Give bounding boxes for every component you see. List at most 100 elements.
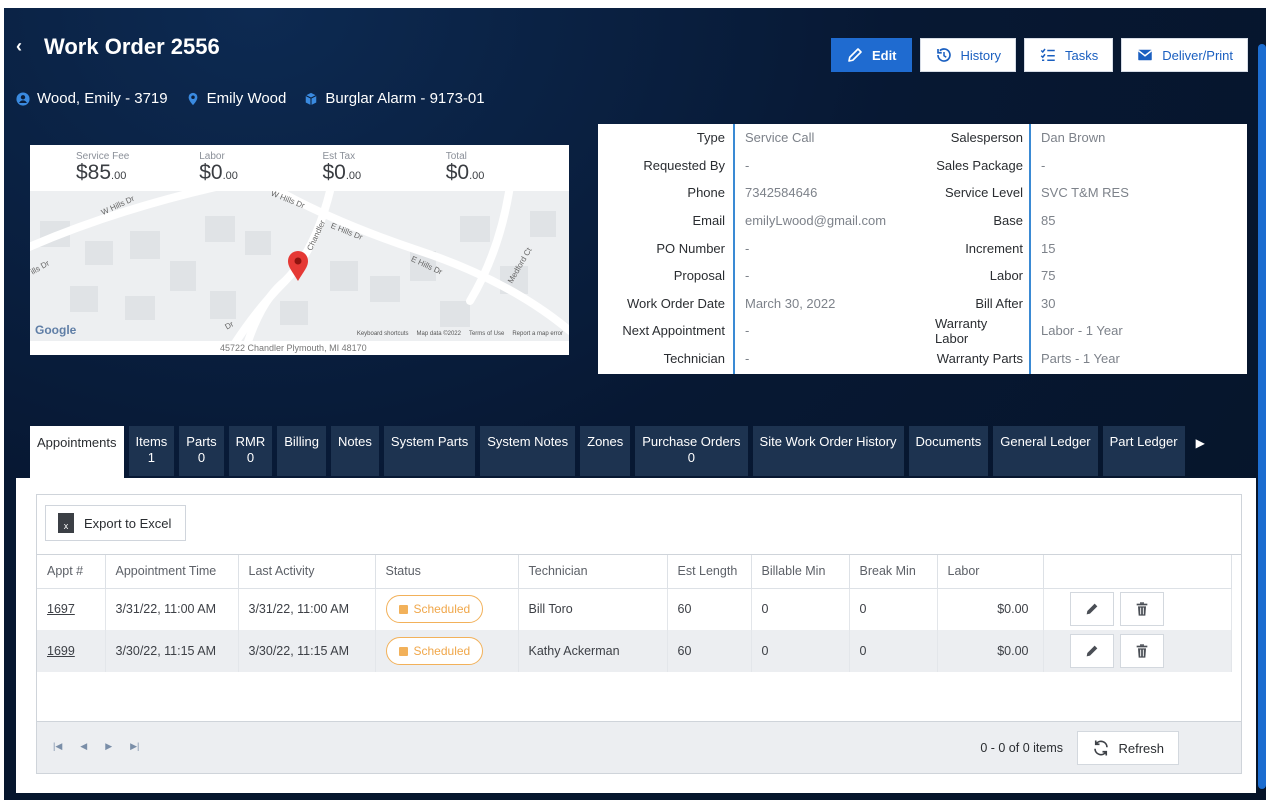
edit-row-button[interactable] xyxy=(1069,634,1114,668)
edit-row-button[interactable] xyxy=(1069,592,1114,627)
fee-amount: $85.00 xyxy=(76,162,199,187)
pager-count: 0 - 0 of 0 items xyxy=(980,741,1063,755)
details-labels-left: Type Requested By Phone Email PO Number … xyxy=(598,124,735,374)
refresh-icon xyxy=(1094,740,1109,756)
column-header[interactable]: Labor xyxy=(937,555,1044,589)
history-button[interactable]: History xyxy=(919,38,1016,72)
tab-label: System Notes xyxy=(487,434,569,449)
map-attribution-item[interactable]: Terms of Use xyxy=(469,331,504,337)
detail-value: - xyxy=(745,351,750,367)
detail-value: 85 xyxy=(1041,213,1056,229)
tab-billing[interactable]: Billing xyxy=(277,426,326,476)
location-link[interactable]: Emily Wood xyxy=(186,90,286,107)
tab-general-ledger[interactable]: General Ledger xyxy=(993,426,1098,476)
tab-items[interactable]: Items 1 xyxy=(128,426,175,476)
fee-total: Total $0.00 xyxy=(446,145,569,191)
tab-label: Appointments xyxy=(37,435,117,450)
billable-min: 0 xyxy=(751,630,850,672)
column-header[interactable]: Last Activity xyxy=(238,555,376,589)
column-header[interactable]: Billable Min xyxy=(751,555,850,589)
location-map[interactable]: W Hills Dr W Hills Dr E Hills Dr E Hills… xyxy=(30,191,569,341)
refresh-button[interactable]: Refresh xyxy=(1077,731,1179,765)
column-header[interactable]: Status xyxy=(375,555,519,589)
column-header[interactable]: Appt # xyxy=(37,555,106,589)
column-header[interactable]: Technician xyxy=(518,555,668,589)
tab-purchase-orders[interactable]: Purchase Orders 0 xyxy=(635,426,748,476)
first-page-icon[interactable]: |◀ xyxy=(53,741,62,752)
break-min: 0 xyxy=(849,588,938,630)
detail-value: - xyxy=(1041,157,1046,173)
appointments-grid: x Export to Excel Appt # Appointment Tim… xyxy=(36,494,1242,774)
tab-scroll-right-icon[interactable]: ▶ xyxy=(1190,426,1211,478)
tab-site-work-order-history[interactable]: Site Work Order History xyxy=(752,426,904,476)
export-excel-button[interactable]: x Export to Excel xyxy=(45,505,187,541)
tab-system-notes[interactable]: System Notes xyxy=(480,426,576,476)
detail-value: Labor - 1 Year xyxy=(1041,323,1123,339)
scrollbar[interactable] xyxy=(1258,44,1266,789)
tab-count: 0 xyxy=(687,450,696,465)
tab-count: 1 xyxy=(147,450,156,465)
back-icon[interactable]: ‹ xyxy=(16,36,22,57)
fee-amount-cents: .00 xyxy=(222,170,238,182)
map-attribution-item[interactable]: Keyboard shortcuts xyxy=(357,331,409,337)
detail-value: SVC T&M RES xyxy=(1041,185,1129,201)
work-order-details: Type Requested By Phone Email PO Number … xyxy=(598,124,1247,374)
tab-notes[interactable]: Notes xyxy=(330,426,379,476)
refresh-label: Refresh xyxy=(1118,740,1164,756)
detail-value: March 30, 2022 xyxy=(745,295,836,311)
detail-value: 15 xyxy=(1041,240,1056,256)
column-header[interactable]: Break Min xyxy=(849,555,938,589)
customer-link[interactable]: Wood, Emily - 3719 xyxy=(16,90,168,107)
fee-summary: Service Fee $85.00 Labor $0.00 Est Tax $… xyxy=(30,145,569,191)
map-pin-icon xyxy=(188,92,197,105)
user-icon xyxy=(16,91,30,106)
appt-number-link[interactable]: 1699 xyxy=(37,630,106,672)
next-page-icon[interactable]: ▶ xyxy=(105,741,112,752)
tab-system-parts[interactable]: System Parts xyxy=(383,426,476,476)
pager-nav: |◀ ◀ ▶ ▶| xyxy=(53,741,139,752)
tab-count: 0 xyxy=(197,450,206,465)
details-labels-right: Salesperson Sales Package Service Level … xyxy=(935,124,1031,374)
calendar-icon xyxy=(398,604,408,614)
details-values-right: Dan Brown - SVC T&M RES 85 15 75 30 Labo… xyxy=(1031,124,1247,374)
cube-icon xyxy=(305,92,317,105)
map-attribution-item[interactable]: Report a map error xyxy=(512,331,563,337)
detail-tabs: Appointments Items 1 Parts 0 RMR 0 Billing … xyxy=(30,426,1211,478)
tab-parts[interactable]: Parts 0 xyxy=(179,426,224,476)
tab-appointments[interactable]: Appointments xyxy=(30,426,124,478)
detail-label: Warranty Labor xyxy=(935,315,988,346)
detail-label: Technician xyxy=(663,351,725,367)
map-attribution: Keyboard shortcuts Map data ©2022 Terms … xyxy=(357,331,563,337)
tab-label: Site Work Order History xyxy=(759,434,897,449)
last-page-icon[interactable]: ▶| xyxy=(130,741,139,752)
map-card: Service Fee $85.00 Labor $0.00 Est Tax $… xyxy=(30,145,569,355)
column-header[interactable]: Appointment Time xyxy=(105,555,239,589)
tab-rmr[interactable]: RMR 0 xyxy=(228,426,273,476)
edit-button[interactable]: Edit xyxy=(830,38,912,72)
tab-zones[interactable]: Zones xyxy=(580,426,631,476)
deliver-print-button[interactable]: Deliver/Print xyxy=(1121,38,1248,72)
detail-label: Requested By xyxy=(643,157,725,173)
detail-label: Base xyxy=(993,213,1023,229)
break-min: 0 xyxy=(849,630,938,672)
tasks-button[interactable]: Tasks xyxy=(1023,38,1114,72)
system-link[interactable]: Burglar Alarm - 9173-01 xyxy=(304,90,485,107)
delete-row-button[interactable] xyxy=(1119,634,1164,668)
tab-label: Billing xyxy=(284,434,319,449)
table-header-row: Appt # Appointment Time Last Activity St… xyxy=(37,555,1232,589)
tab-label: General Ledger xyxy=(1000,434,1091,449)
detail-value: - xyxy=(745,157,750,173)
detail-label: Warranty Parts xyxy=(936,351,1023,367)
details-values-left: Service Call - 7342584646 emilyLwood@gma… xyxy=(735,124,935,374)
appt-number-link[interactable]: 1697 xyxy=(37,588,106,630)
tab-label: Part Ledger xyxy=(1109,434,1178,449)
tab-documents[interactable]: Documents xyxy=(908,426,989,476)
prev-page-icon[interactable]: ◀ xyxy=(80,741,87,752)
tab-part-ledger[interactable]: Part Ledger xyxy=(1102,426,1185,476)
tab-count: 0 xyxy=(246,450,255,465)
est-length: 60 xyxy=(667,588,752,630)
detail-label: Email xyxy=(692,213,725,229)
delete-row-button[interactable] xyxy=(1119,592,1164,627)
column-header[interactable]: Est Length xyxy=(667,555,752,589)
detail-value: Dan Brown xyxy=(1041,130,1106,146)
